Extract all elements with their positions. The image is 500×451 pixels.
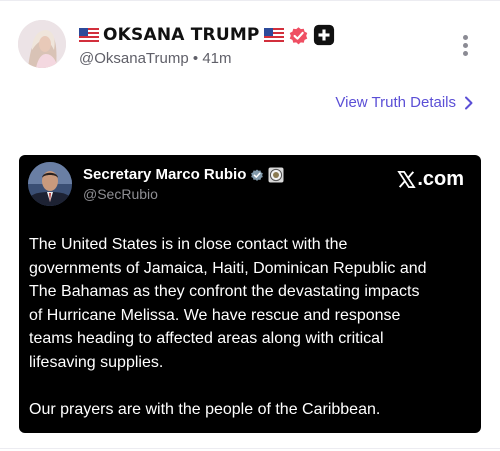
government-seal-icon: [268, 167, 284, 182]
more-options-button[interactable]: [458, 35, 472, 61]
post-timestamp[interactable]: 41m: [202, 50, 231, 67]
embedded-post-text: The United States is in close contact wi…: [29, 233, 469, 422]
more-vertical-icon-dot: [462, 43, 468, 48]
more-vertical-icon-dot: [462, 51, 468, 56]
post-text-line: governments of Jamaica, Haiti, Dominican…: [29, 259, 427, 277]
source-link[interactable]: .com: [397, 168, 464, 191]
post-text-line: The Bahamas as they confront the devasta…: [29, 283, 420, 301]
author-name-row: OKSANA TRUMP: [79, 24, 335, 46]
gray-verified-badge-icon: [251, 168, 264, 181]
source-domain: .com: [417, 168, 464, 190]
post-text-line: teams heading to affected areas along wi…: [29, 330, 384, 348]
embedded-author-avatar[interactable]: [28, 162, 72, 206]
top-divider: [0, 0, 500, 1]
us-flag-icon: [263, 28, 284, 42]
post-text-line: lifesaving supplies.: [29, 353, 164, 371]
author-display-name[interactable]: OKSANA TRUMP: [103, 25, 260, 45]
chevron-right-icon: [465, 96, 473, 109]
meta-separator: •: [192, 50, 199, 67]
embedded-author-name[interactable]: Secretary Marco Rubio: [83, 166, 246, 183]
verified-badge-icon: [289, 26, 307, 44]
embedded-author-name-row: Secretary Marco Rubio: [83, 166, 284, 183]
post-text-line: of Hurricane Melissa. We have rescue and…: [29, 306, 401, 324]
author-avatar[interactable]: [18, 20, 66, 68]
embedded-author-handle[interactable]: @SecRubio: [83, 186, 158, 202]
author-handle[interactable]: @OksanaTrump: [79, 50, 189, 67]
x-logo-icon: [397, 171, 416, 188]
post-text-line: The United States is in close contact wi…: [29, 236, 348, 253]
more-vertical-icon: [462, 35, 468, 40]
embedded-post-card[interactable]: Secretary Marco Rubio @SecRubio .com The…: [19, 155, 481, 433]
view-truth-details-label: View Truth Details: [335, 94, 456, 111]
us-flag-icon: [79, 28, 99, 42]
post-text-closing-line: Our prayers are with the people of the C…: [29, 401, 381, 419]
plus-badge-icon: [313, 24, 334, 46]
bottom-divider: [0, 448, 500, 449]
author-meta: @OksanaTrump • 41m: [79, 50, 232, 67]
view-truth-details-link[interactable]: View Truth Details: [335, 94, 474, 111]
